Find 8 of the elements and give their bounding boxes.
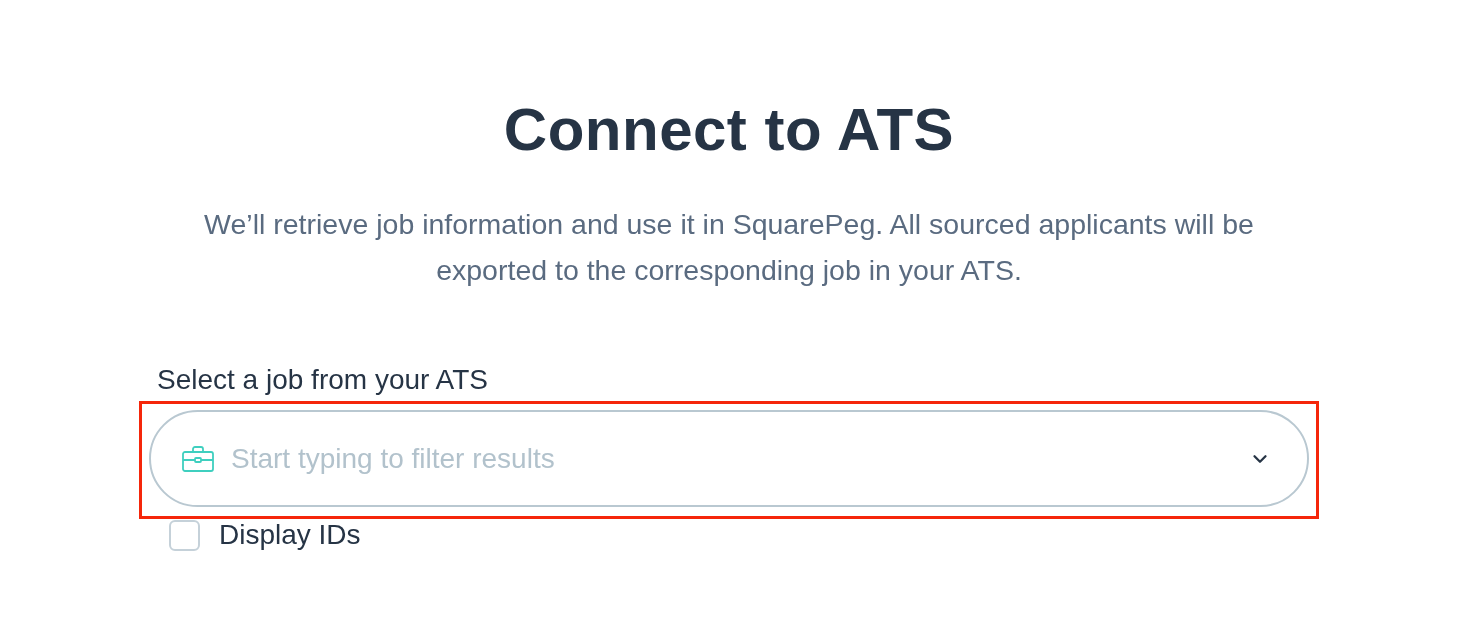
briefcase-icon [182, 445, 214, 472]
job-select-dropdown[interactable]: Start typing to filter results [149, 410, 1309, 507]
checkbox-label[interactable]: Display IDs [219, 519, 361, 551]
job-search-input[interactable]: Start typing to filter results [231, 441, 1232, 476]
field-label: Select a job from your ATS [157, 365, 488, 395]
page-title: Connect to ATS [502, 95, 956, 165]
checkbox[interactable] [169, 519, 200, 551]
description-text: We’ll retrieve job information and use it in SquarePeg. All sourced applicants will be exported to the corresponding job in your ATS. [203, 207, 1255, 288]
